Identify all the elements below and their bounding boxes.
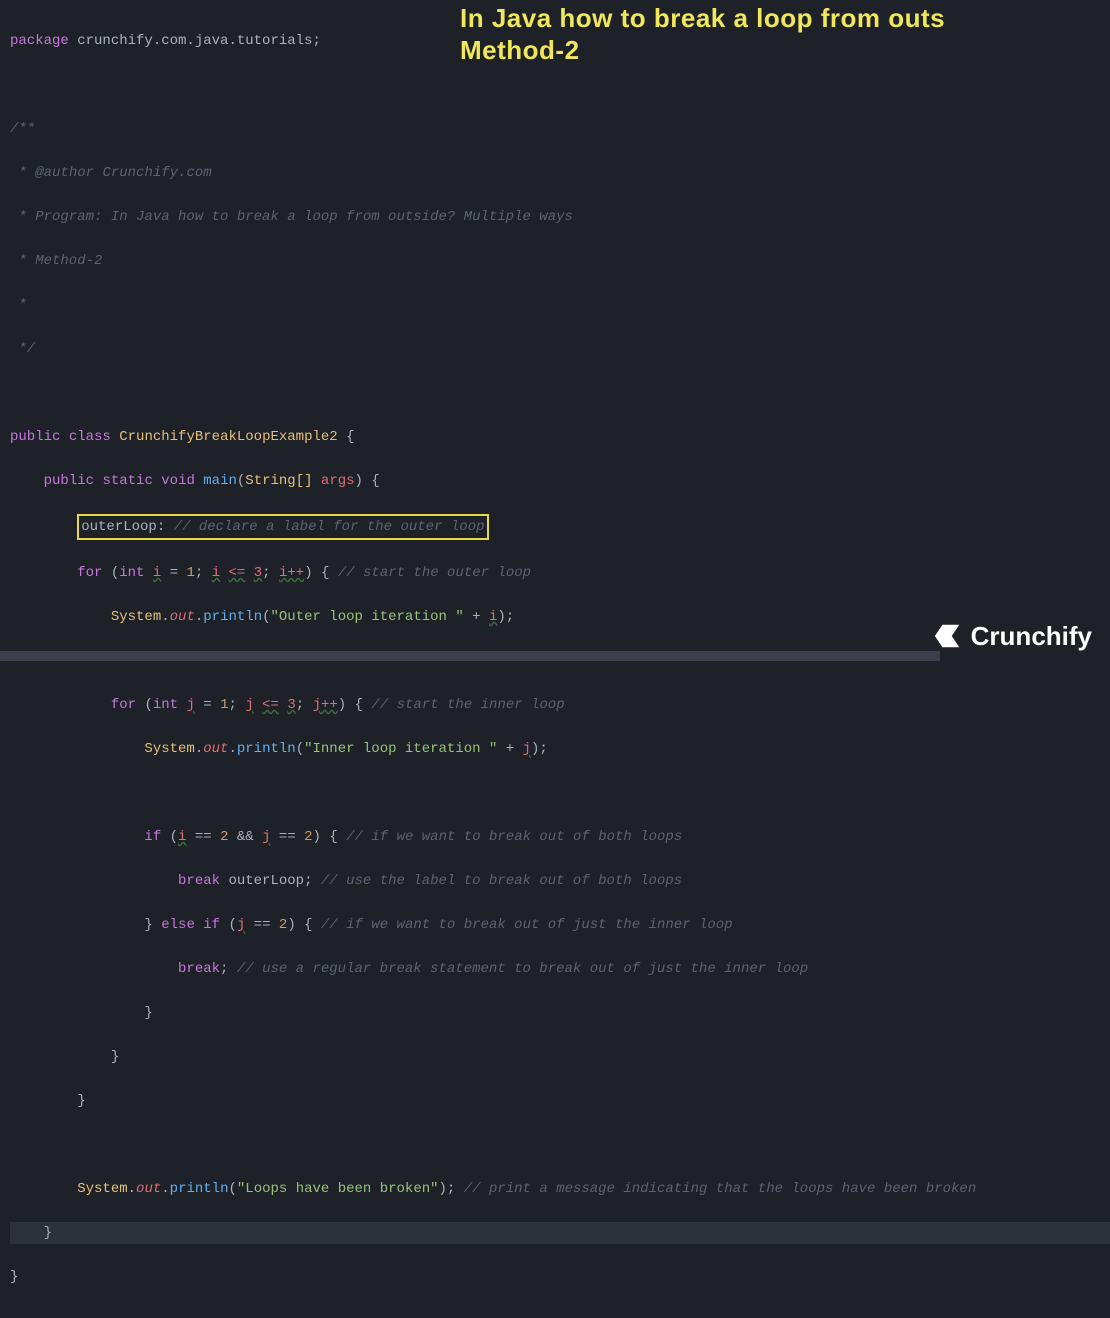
code-line: public class CrunchifyBreakLoopExample2 … [10,426,1110,448]
code-line: package crunchify.com.java.tutorials; [10,30,1110,52]
code-line: } [10,1046,1110,1068]
code-line: for (int i = 1; i <= 3; i++) { // start … [10,562,1110,584]
code-line [10,382,1110,404]
code-line: } [10,1002,1110,1024]
code-line: * Method-2 [10,250,1110,272]
code-line: System.out.println("Inner loop iteration… [10,738,1110,760]
code-line: * [10,294,1110,316]
crunchify-logo-text: Crunchify [971,625,1092,647]
code-line: */ [10,338,1110,360]
code-line: System.out.println("Loops have been brok… [10,1178,1110,1200]
label-highlight: outerLoop: // declare a label for the ou… [77,514,488,540]
code-line: } [10,1266,1110,1288]
code-line: * Program: In Java how to break a loop f… [10,206,1110,228]
code-line [10,782,1110,804]
code-line: * @author Crunchify.com [10,162,1110,184]
crunchify-logo: Crunchify [933,621,1092,651]
code-line: } else if (j == 2) { // if we want to br… [10,914,1110,936]
code-line [10,1134,1110,1156]
code-line: } [10,1222,1110,1244]
scrollbar-thumb[interactable] [0,651,940,661]
crunchify-logo-icon [933,621,963,651]
code-line: break outerLoop; // use the label to bre… [10,870,1110,892]
code-line [10,74,1110,96]
code-line: for (int j = 1; j <= 3; j++) { // start … [10,694,1110,716]
code-line: outerLoop: // declare a label for the ou… [10,514,1110,540]
code-line: public static void main(String[] args) { [10,470,1110,492]
code-line: } [10,1090,1110,1112]
caret-line-highlight [10,1222,1110,1244]
code-line: /** [10,118,1110,140]
code-line: if (i == 2 && j == 2) { // if we want to… [10,826,1110,848]
horizontal-scrollbar[interactable] [0,651,1110,661]
code-line: break; // use a regular break statement … [10,958,1110,980]
